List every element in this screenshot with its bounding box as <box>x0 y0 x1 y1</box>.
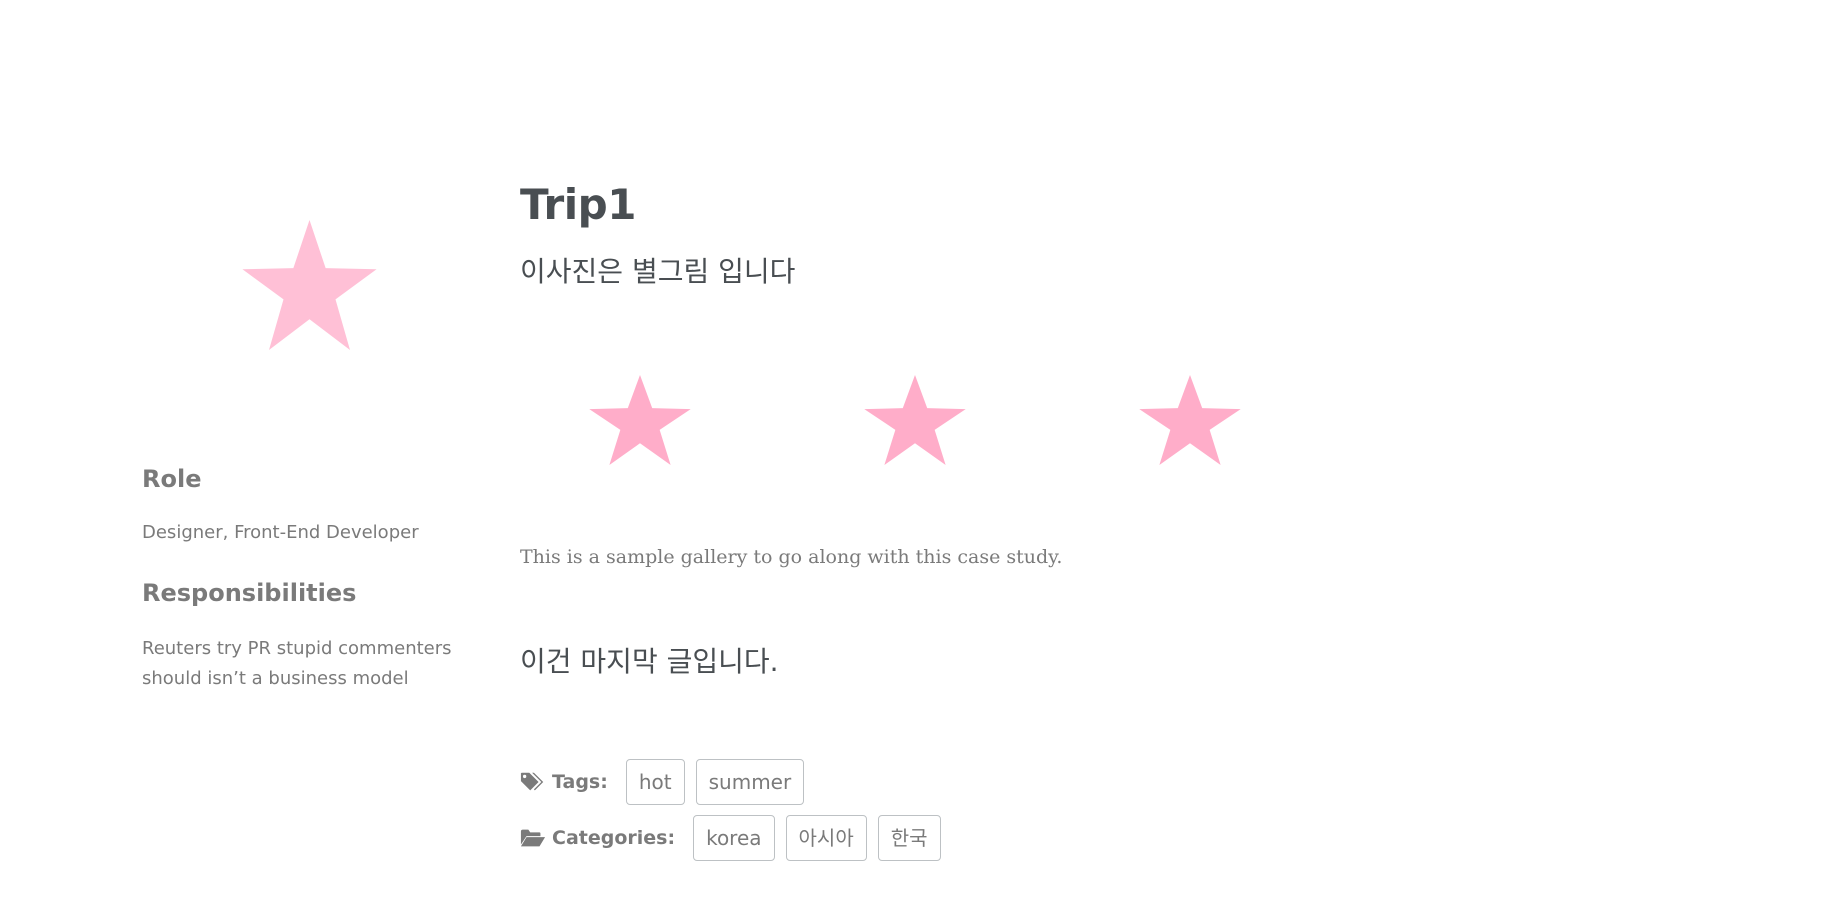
image-gallery <box>520 375 1340 475</box>
gallery-item-3[interactable] <box>1138 375 1242 465</box>
page-title: Trip1 <box>520 180 636 229</box>
closing-text: 이건 마지막 글입니다. <box>520 645 779 678</box>
category-link[interactable]: 아시아 <box>785 815 867 861</box>
star-icon <box>864 375 966 465</box>
gallery-item-2[interactable] <box>863 375 967 465</box>
folder-open-icon <box>520 829 546 847</box>
tag-link[interactable]: summer <box>695 759 805 805</box>
responsibilities-text: Reuters try PR stupid commenters should … <box>142 638 452 689</box>
category-link[interactable]: 한국 <box>877 815 941 861</box>
star-icon <box>1139 375 1241 465</box>
gallery-item-1[interactable] <box>588 375 692 465</box>
tags-label: Tags: <box>552 771 608 793</box>
star-icon <box>242 220 377 350</box>
categories-row: Categories: korea 아시아 한국 <box>520 815 952 861</box>
tags-icon <box>520 772 544 791</box>
gallery-caption: This is a sample gallery to go along wit… <box>520 546 1063 568</box>
tags-row: Tags: hot summer <box>520 759 815 805</box>
role-heading: Role <box>142 465 202 493</box>
star-icon <box>589 375 691 465</box>
tag-link[interactable]: hot <box>625 759 685 805</box>
category-link[interactable]: korea <box>693 815 775 861</box>
role-text: Designer, Front-End Developer <box>142 522 419 543</box>
page-subtitle: 이사진은 별그림 입니다 <box>520 255 796 288</box>
responsibilities-heading: Responsibilities <box>142 579 357 607</box>
categories-label: Categories: <box>552 827 676 849</box>
